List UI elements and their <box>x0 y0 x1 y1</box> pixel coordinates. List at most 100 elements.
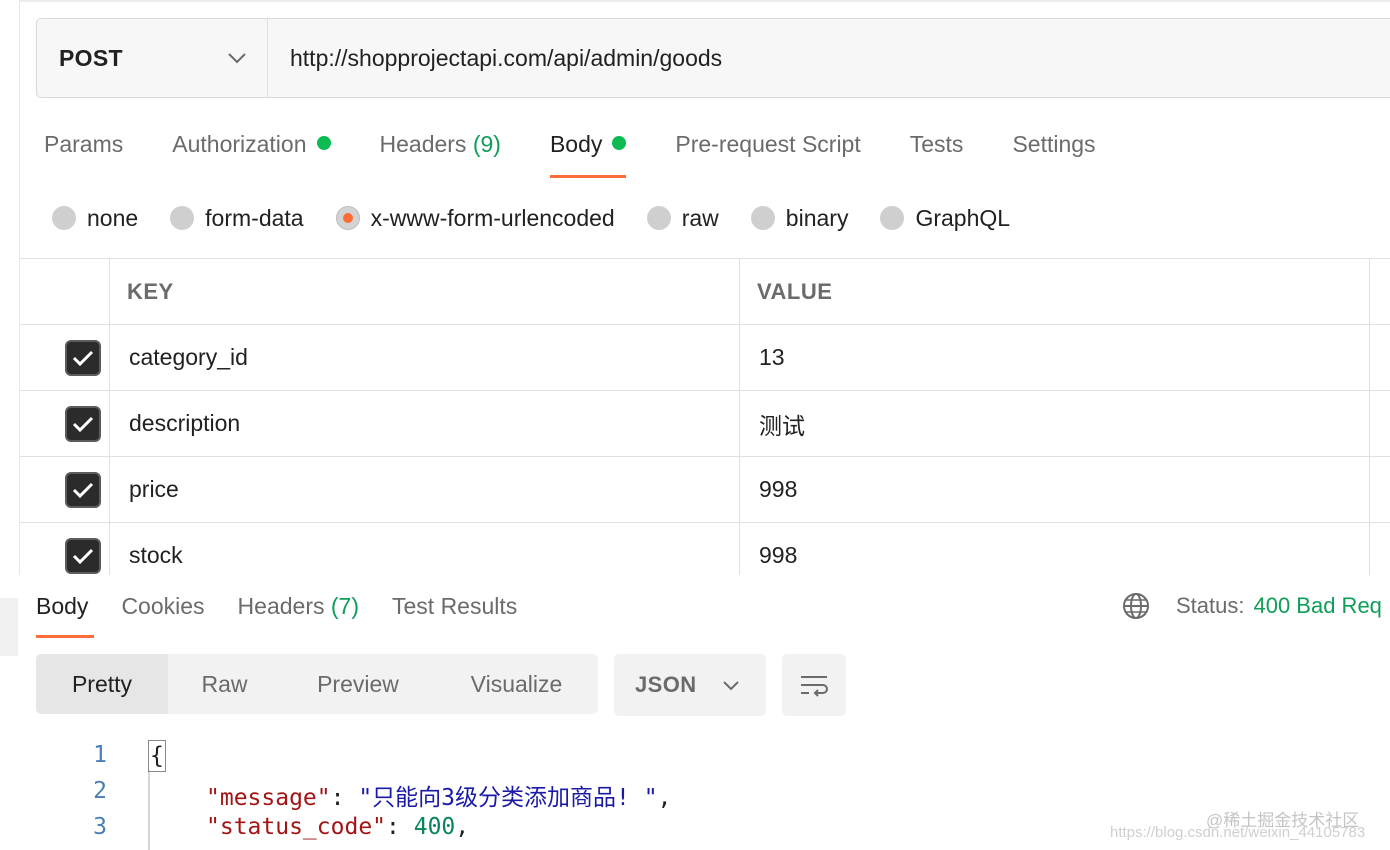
radio-x-www-form-urlencoded[interactable]: x-www-form-urlencoded <box>335 204 615 232</box>
table-row: price 998 <box>20 457 1390 523</box>
row-checkbox[interactable] <box>64 405 101 442</box>
status-dot-icon <box>612 136 627 150</box>
method-select[interactable]: POST <box>37 19 268 97</box>
wrap-lines-button[interactable] <box>782 654 846 716</box>
tab-pre-request-script[interactable]: Pre-request Script <box>675 126 860 178</box>
row-checkbox[interactable] <box>64 339 101 376</box>
tab-settings[interactable]: Settings <box>1012 126 1095 178</box>
radio-raw-label: raw <box>681 204 719 231</box>
radio-graphql[interactable]: GraphQL <box>880 205 1010 232</box>
header-key: KEY <box>109 259 739 324</box>
params-table: KEY VALUE category_id 13 description 测试 … <box>20 258 1390 575</box>
check-icon <box>72 482 93 498</box>
radio-form-data[interactable]: form-data <box>170 204 304 232</box>
row-key[interactable]: category_id <box>109 325 739 390</box>
view-preview[interactable]: Preview <box>281 654 435 714</box>
tab-authorization-label: Authorization <box>172 131 307 157</box>
header-value: VALUE <box>739 259 1369 324</box>
view-switcher: Pretty Raw Preview Visualize <box>36 654 598 714</box>
tab-headers[interactable]: Headers (9) <box>380 126 501 178</box>
check-icon <box>72 350 93 366</box>
code-line: "message": "只能向3级分类添加商品! ", <box>206 785 672 811</box>
table-header-row: KEY VALUE <box>20 259 1390 325</box>
row-value[interactable]: 998 <box>739 523 1369 575</box>
headers-count: (9) <box>472 131 501 157</box>
response-status: Status: 400 Bad Req <box>1122 590 1382 622</box>
globe-icon[interactable] <box>1122 592 1150 620</box>
response-tabs: Body Cookies Headers (7) Test Results <box>36 575 550 638</box>
table-row: description 测试 <box>20 391 1390 457</box>
view-raw[interactable]: Raw <box>168 654 281 714</box>
view-pretty[interactable]: Pretty <box>36 654 168 714</box>
radio-form-data-label: form-data <box>205 204 304 231</box>
response-tab-headers[interactable]: Headers (7) <box>238 575 359 638</box>
url-input[interactable]: http://shopprojectapi.com/api/admin/good… <box>268 19 1390 97</box>
indent-guide <box>148 770 150 850</box>
wrap-lines-icon <box>801 676 828 697</box>
row-value[interactable]: 998 <box>739 457 1369 522</box>
radio-none[interactable]: none <box>52 205 138 232</box>
check-icon <box>72 416 93 432</box>
line-number: 3 <box>93 814 107 840</box>
row-check-cell <box>20 391 109 456</box>
row-value[interactable]: 测试 <box>739 391 1369 456</box>
status-dot-icon <box>316 136 331 150</box>
tab-body[interactable]: Body <box>549 126 627 178</box>
radio-urlencoded-label: x-www-form-urlencoded <box>370 204 615 231</box>
format-select[interactable]: JSON <box>614 654 766 716</box>
code-brace: { <box>148 740 166 772</box>
tab-body-label: Body <box>549 131 603 157</box>
line-number: 1 <box>93 742 107 768</box>
tab-tests-label: Tests <box>909 131 964 157</box>
gutter-shade <box>0 598 18 656</box>
chevron-down-icon <box>723 680 739 690</box>
line-number: 2 <box>93 778 107 804</box>
tab-headers-label: Headers <box>379 131 467 157</box>
row-checkbox[interactable] <box>64 471 101 508</box>
response-tab-test-results[interactable]: Test Results <box>392 575 517 638</box>
radio-graphql-label: GraphQL <box>915 204 1011 231</box>
header-extra <box>1369 259 1390 324</box>
status-value: 400 Bad Req <box>1253 593 1382 618</box>
radio-circle <box>750 206 775 230</box>
row-key[interactable]: description <box>109 391 739 456</box>
response-tab-headers-label: Headers <box>237 593 325 619</box>
top-border <box>20 0 1390 2</box>
status-label: Status: <box>1176 593 1245 618</box>
left-gutter <box>0 0 20 850</box>
row-extra <box>1369 457 1390 522</box>
tab-tests[interactable]: Tests <box>910 126 964 178</box>
radio-circle <box>880 206 905 230</box>
json-string: "只能向3级分类添加商品! " <box>358 785 658 811</box>
table-row: stock 998 <box>20 523 1390 575</box>
radio-raw[interactable]: raw <box>646 204 719 232</box>
json-key: "message" <box>206 785 331 811</box>
watermark-url: https://blog.csdn.net/weixin_44105783 <box>1110 824 1366 841</box>
url-bar: POST http://shopprojectapi.com/api/admin… <box>36 18 1390 98</box>
body-type-radios: none form-data x-www-form-urlencoded raw… <box>52 200 1042 236</box>
radio-circle <box>170 206 195 230</box>
check-icon <box>72 548 93 564</box>
row-value[interactable]: 13 <box>739 325 1369 390</box>
response-tab-cookies[interactable]: Cookies <box>121 575 204 638</box>
request-tabs: Params Authorization Headers (9) Body Pr… <box>44 126 1145 178</box>
tab-params[interactable]: Params <box>44 126 123 178</box>
tab-pre-request-script-label: Pre-request Script <box>675 131 861 157</box>
row-key[interactable]: stock <box>109 523 739 575</box>
row-check-cell <box>20 325 109 390</box>
format-label: JSON <box>635 672 697 697</box>
radio-none-label: none <box>87 204 139 231</box>
row-extra <box>1369 325 1390 390</box>
row-check-cell <box>20 457 109 522</box>
view-visualize[interactable]: Visualize <box>435 654 598 714</box>
row-extra <box>1369 523 1390 575</box>
code-line: "status_code": 400, <box>206 814 470 840</box>
row-checkbox[interactable] <box>64 537 101 574</box>
radio-binary-label: binary <box>785 204 849 231</box>
radio-circle <box>646 206 671 230</box>
row-key[interactable]: price <box>109 457 739 522</box>
radio-binary[interactable]: binary <box>750 204 849 232</box>
tab-authorization[interactable]: Authorization <box>172 126 331 178</box>
response-tab-body[interactable]: Body <box>36 575 95 638</box>
method-label: POST <box>59 44 123 71</box>
